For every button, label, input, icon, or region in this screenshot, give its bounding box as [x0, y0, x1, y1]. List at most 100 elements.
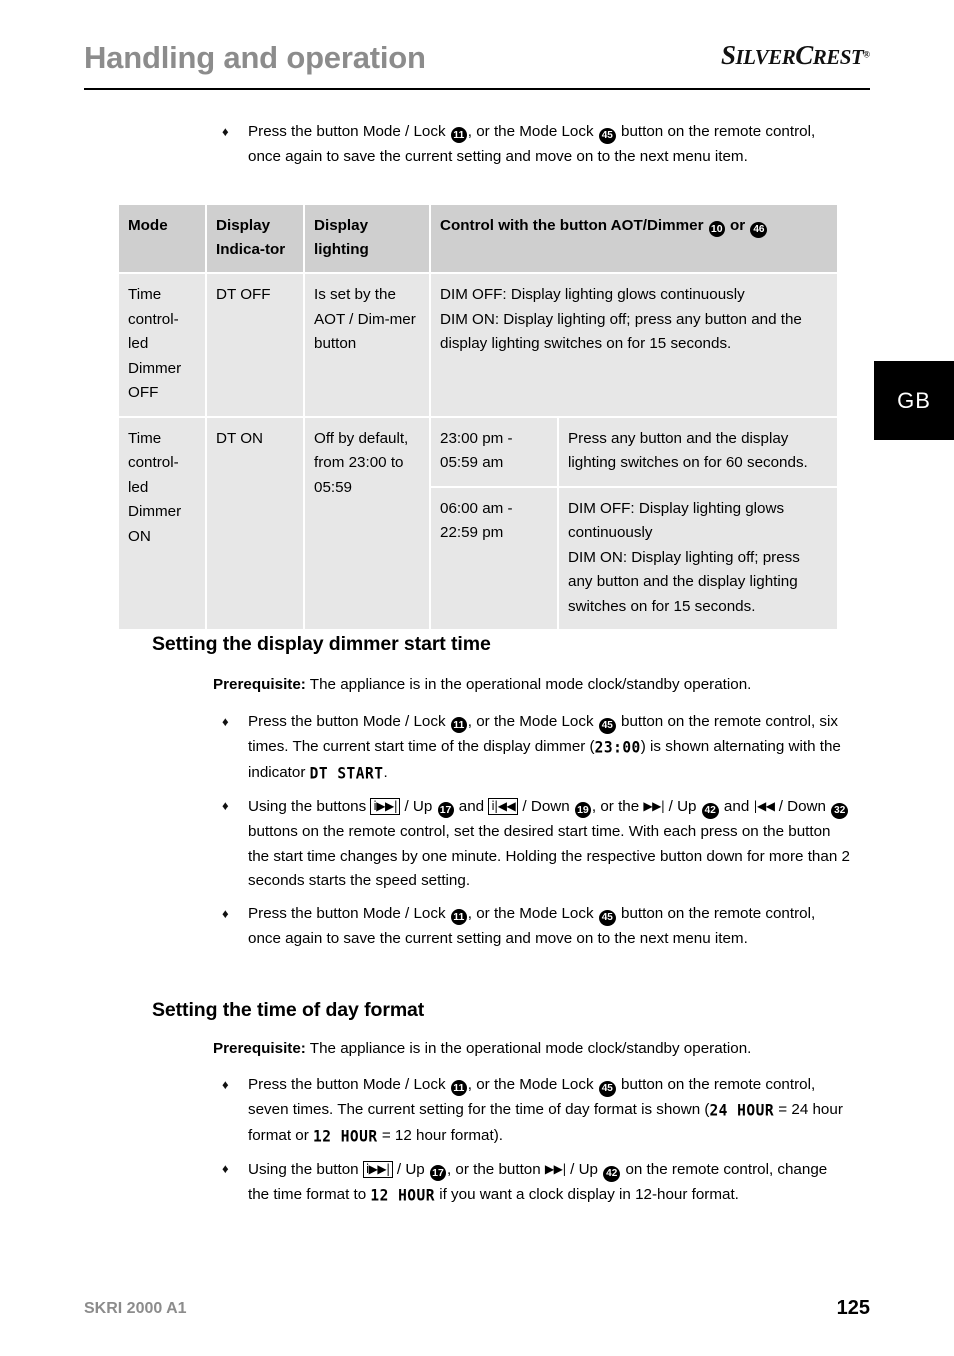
s1b2-seg5: , or the — [591, 798, 644, 815]
section2-bullet-2-text: Using the button i▶▶| / Up 17, or the bu… — [248, 1157, 847, 1209]
bullet-diamond-icon: ♦ — [222, 1077, 229, 1092]
intro-seg1: Press the button Mode / Lock — [248, 123, 450, 140]
lcd-display-2300: 23:00 — [594, 738, 641, 757]
cell-mode-dt-on: Time control-led Dimmer ON — [119, 417, 205, 629]
fast-forward-boxed-icon: i▶▶| — [370, 798, 401, 815]
s1b1-seg5: . — [383, 763, 388, 781]
badge-17: 17 — [429, 1165, 446, 1182]
header-control-seg1: Control with the button AOT/Dimmer — [440, 217, 708, 234]
brand-s: S — [720, 40, 736, 70]
sub-cell-desc-night: Press any button and the display lightin… — [559, 417, 837, 488]
badge-45: 45 — [598, 910, 616, 926]
intro-seg2: , or the Mode Lock — [467, 123, 598, 140]
header-cell-control: Control with the button AOT/Dimmer 10 or… — [431, 205, 837, 272]
s1b2-seg8: / Down — [774, 798, 831, 815]
sub-cell-desc-day: DIM OFF: Display lighting glows continuo… — [559, 487, 837, 629]
cell-lighting-dt-on: Off by default, from 23:00 to 05:59 — [305, 417, 429, 629]
section-heading-dimmer-start-time: Setting the display dimmer start time — [152, 633, 491, 655]
s1b1-seg1: Press the button Mode / Lock — [248, 713, 450, 730]
cell-indicator-dt-off: DT OFF — [207, 274, 303, 416]
header-cell-display-lighting: Display lighting — [305, 205, 429, 272]
rewind-boxed-icon: i|◀◀ — [488, 798, 519, 815]
registered-trademark-icon: ® — [863, 49, 870, 60]
badge-45: 45 — [598, 1081, 616, 1097]
section1-prereq-text: The appliance is in the operational mode… — [305, 676, 752, 693]
section1-prerequisite: Prerequisite: The appliance is in the op… — [213, 673, 863, 698]
s1b2-seg9: buttons on the remote control, set the d… — [248, 822, 850, 890]
section2-bullet-1-text: Press the button Mode / Lock 11, or the … — [248, 1073, 852, 1149]
page-header: Handling and operation SILVERCREST® — [84, 36, 870, 92]
footer-page-number: 125 — [836, 1297, 870, 1319]
bullet-diamond-icon: ♦ — [222, 906, 229, 921]
s1b2-seg6: / Up — [664, 798, 701, 815]
brand-ilver: ILVER — [735, 45, 796, 69]
s2b2-seg6: if you want a clock display in 12-hour f… — [435, 1185, 739, 1203]
lcd-display-24-hour: 24 HOUR — [709, 1101, 775, 1120]
s2b1-seg5: = 12 hour format). — [377, 1126, 503, 1144]
section-heading-time-of-day-format: Setting the time of day format — [152, 999, 425, 1021]
intro-bullet-text: Press the button Mode / Lock 11, or the … — [248, 120, 847, 170]
s1b2-seg3: and — [454, 798, 489, 815]
badge-42: 42 — [701, 803, 719, 819]
intro-bullet: ♦ Press the button Mode / Lock 11, or th… — [222, 120, 847, 170]
bullet-diamond-icon: ♦ — [222, 124, 229, 139]
control-line1: DIM OFF: Display lighting glows continuo… — [440, 286, 745, 303]
badge-17: 17 — [437, 802, 454, 819]
language-tab-label: GB — [897, 387, 931, 413]
dimmer-mode-table: Mode Display Indica-tor Display lighting… — [117, 203, 839, 631]
sub-desc-line1: DIM OFF: Display lighting glows continuo… — [568, 499, 785, 542]
s2b2-seg2: / Up — [392, 1161, 429, 1178]
s2b1-seg2: , or the Mode Lock — [467, 1076, 598, 1093]
brand-rest: REST — [812, 45, 864, 69]
header-cell-display-indicator: Display Indica-tor — [207, 205, 303, 272]
section2-bullet-2: ♦ Using the button i▶▶| / Up 17, or the … — [222, 1157, 847, 1209]
s1b3-seg2: , or the Mode Lock — [467, 905, 598, 922]
cell-lighting-dt-off: Is set by the AOT / Dim-mer button — [305, 274, 429, 416]
language-tab-gb: GB — [874, 361, 954, 440]
cell-control-dt-on: 23:00 pm - 05:59 am Press any button and… — [431, 417, 837, 629]
badge-45: 45 — [598, 128, 616, 144]
table-row: Time control-led Dimmer OFF DT OFF Is se… — [119, 274, 837, 416]
badge-10: 10 — [708, 221, 725, 238]
s1b1-seg2: , or the Mode Lock — [467, 713, 598, 730]
control-sub-table: 23:00 pm - 05:59 am Press any button and… — [431, 417, 837, 629]
s2b1-seg1: Press the button Mode / Lock — [248, 1076, 450, 1093]
section2-prerequisite: Prerequisite: The appliance is in the op… — [213, 1037, 863, 1062]
fast-forward-icon: ▶▶| — [544, 1162, 567, 1176]
badge-11: 11 — [450, 717, 467, 734]
header-divider — [84, 88, 870, 90]
s2b2-seg3: , or the button — [446, 1161, 545, 1178]
silvercrest-logo: SILVERCREST® — [721, 40, 870, 71]
badge-46: 46 — [750, 222, 768, 238]
badge-45: 45 — [598, 718, 616, 734]
bullet-diamond-icon: ♦ — [222, 714, 229, 729]
section2-prereq-label: Prerequisite: — [213, 1040, 306, 1057]
sub-table-row: 23:00 pm - 05:59 am Press any button and… — [431, 417, 837, 488]
header-control-seg2: or — [725, 217, 750, 234]
page-canvas: Handling and operation SILVERCREST® GB ♦… — [0, 0, 954, 1356]
table-header-row: Mode Display Indica-tor Display lighting… — [119, 205, 837, 272]
section1-bullet-2: ♦ Using the buttons i▶▶| / Up 17 and i|◀… — [222, 794, 852, 894]
badge-42: 42 — [603, 1166, 621, 1182]
cell-indicator-dt-on: DT ON — [207, 417, 303, 629]
bullet-diamond-icon: ♦ — [222, 1161, 229, 1176]
badge-11: 11 — [450, 1080, 467, 1097]
section2-bullet-1: ♦ Press the button Mode / Lock 11, or th… — [222, 1073, 852, 1149]
bullet-diamond-icon: ♦ — [222, 798, 229, 813]
s1b3-seg1: Press the button Mode / Lock — [248, 905, 450, 922]
badge-19: 19 — [574, 802, 591, 819]
section1-bullet-1-text: Press the button Mode / Lock 11, or the … — [248, 710, 847, 786]
s1b2-seg4: / Down — [518, 798, 574, 815]
sub-cell-time-night: 23:00 pm - 05:59 am — [431, 417, 559, 488]
section1-bullet-2-text: Using the buttons i▶▶| / Up 17 and i|◀◀ … — [248, 794, 852, 894]
page-title: Handling and operation — [84, 40, 426, 75]
s2b2-seg4: / Up — [565, 1161, 603, 1178]
sub-desc-line1: Press any button and the display lightin… — [568, 429, 808, 472]
badge-32: 32 — [831, 803, 849, 819]
fast-forward-boxed-icon: i▶▶| — [362, 1161, 393, 1178]
sub-cell-time-day: 06:00 am - 22:59 pm — [431, 487, 559, 629]
cell-control-dt-off: DIM OFF: Display lighting glows continuo… — [431, 274, 837, 416]
section1-bullet-1: ♦ Press the button Mode / Lock 11, or th… — [222, 710, 847, 786]
badge-11: 11 — [450, 127, 467, 144]
sub-table-row: 06:00 am - 22:59 pm DIM OFF: Display lig… — [431, 487, 837, 629]
